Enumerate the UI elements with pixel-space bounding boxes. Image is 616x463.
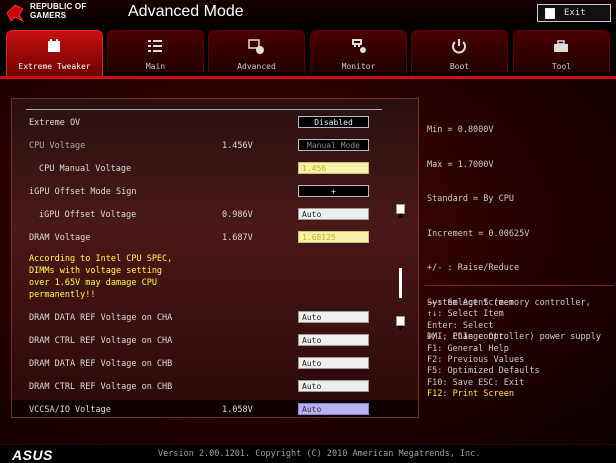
dram-voltage-reading: 1.687V — [222, 233, 253, 243]
exit-label: Exit — [564, 8, 586, 18]
version-text: Version 2.00.1201. Copyright (C) 2010 Am… — [158, 449, 481, 459]
setting-cpu-manual-voltage[interactable]: CPU Manual Voltage 1.456 — [12, 159, 418, 181]
tab-label: Boot — [449, 62, 470, 71]
toolbox-icon — [554, 40, 568, 52]
setting-extreme-ov[interactable]: Extreme OV Disabled — [12, 113, 418, 135]
setting-cpu-voltage[interactable]: CPU Voltage 1.456V Manual Mode — [12, 136, 418, 158]
tab-label: Main — [145, 62, 166, 71]
tab-tool[interactable]: Tool — [513, 30, 610, 73]
exit-button[interactable]: Exit — [537, 4, 611, 22]
help-divider — [424, 285, 614, 286]
arrow-up-icon — [397, 213, 404, 218]
list-icon — [148, 40, 162, 52]
setting-dram-voltage[interactable]: DRAM Voltage 1.687V 1.68125 — [12, 228, 418, 250]
cpu-voltage-select[interactable]: Manual Mode — [298, 139, 369, 151]
monitor-icon — [352, 39, 366, 53]
tab-advanced[interactable]: Advanced — [208, 30, 305, 73]
print-screen-hint: F12: Print Screen — [427, 389, 514, 400]
tab-label: Monitor — [341, 62, 376, 71]
setting-igpu-offset-sign[interactable]: iGPU Offset Mode Sign + — [12, 182, 418, 204]
tab-boot[interactable]: Boot — [411, 30, 508, 73]
cpu-manual-voltage-input[interactable]: 1.456 — [298, 162, 369, 174]
brand-text: REPUBLIC OF GAMERS — [30, 2, 87, 20]
divider — [26, 109, 382, 110]
page-title: Advanced Mode — [128, 3, 244, 20]
key-legend: →←: Select Screen ↑↓: Select Item Enter:… — [427, 298, 540, 400]
dram-voltage-warning: According to Intel CPU SPEC, DIMMs with … — [29, 254, 173, 300]
power-icon — [452, 39, 466, 54]
rog-logo-icon — [6, 4, 24, 22]
dram-ctrl-ref-cha-input[interactable]: Auto — [298, 334, 369, 346]
dram-voltage-input[interactable]: 1.68125 — [298, 231, 369, 243]
tab-main[interactable]: Main — [107, 30, 204, 73]
setting-igpu-offset-voltage[interactable]: iGPU Offset Voltage 0.986V Auto — [12, 205, 418, 227]
scroll-down-button[interactable] — [396, 316, 405, 331]
settings-panel: Extreme OV Disabled CPU Voltage 1.456V M… — [11, 98, 419, 418]
setting-dram-ctrl-ref-cha[interactable]: DRAM CTRL REF Voltage on CHA Auto — [12, 331, 418, 353]
tweaker-icon — [48, 39, 60, 52]
scroll-up-button[interactable] — [396, 204, 405, 218]
setting-dram-data-ref-chb[interactable]: DRAM DATA REF Voltage on CHB Auto — [12, 354, 418, 376]
setting-dram-ctrl-ref-chb[interactable]: DRAM CTRL REF Voltage on CHB Auto — [12, 377, 418, 399]
igpu-offset-sign-select[interactable]: + — [298, 185, 369, 197]
exit-icon — [545, 8, 555, 19]
tab-monitor[interactable]: Monitor — [310, 30, 407, 73]
setting-vccsa-io-voltage[interactable]: VCCSA/IO Voltage 1.058V Auto — [12, 400, 418, 417]
igpu-offset-voltage-reading: 0.986V — [222, 210, 253, 220]
cpu-voltage-reading: 1.456V — [222, 141, 253, 151]
tab-extreme-tweaker[interactable]: Extreme Tweaker — [6, 30, 103, 77]
scroll-thumb[interactable] — [399, 268, 402, 298]
asus-logo: ASUS — [12, 447, 53, 463]
accent-line — [0, 76, 616, 79]
tab-label: Advanced — [237, 62, 276, 71]
setting-dram-data-ref-cha[interactable]: DRAM DATA REF Voltage on CHA Auto — [12, 308, 418, 330]
dram-ctrl-ref-chb-input[interactable]: Auto — [298, 380, 369, 392]
dram-data-ref-cha-input[interactable]: Auto — [298, 311, 369, 323]
extreme-ov-select[interactable]: Disabled — [298, 116, 369, 128]
advanced-icon — [248, 39, 264, 54]
arrow-down-icon — [397, 326, 404, 331]
dram-data-ref-chb-input[interactable]: Auto — [298, 357, 369, 369]
tab-label: Tool — [551, 62, 572, 71]
title-bar — [0, 0, 616, 29]
vccsa-io-voltage-reading: 1.058V — [222, 405, 253, 415]
tab-label: Extreme Tweaker — [18, 62, 91, 71]
igpu-offset-voltage-input[interactable]: Auto — [298, 208, 369, 220]
scrollbar[interactable] — [396, 204, 405, 331]
vccsa-io-voltage-input[interactable]: Auto — [298, 403, 369, 415]
